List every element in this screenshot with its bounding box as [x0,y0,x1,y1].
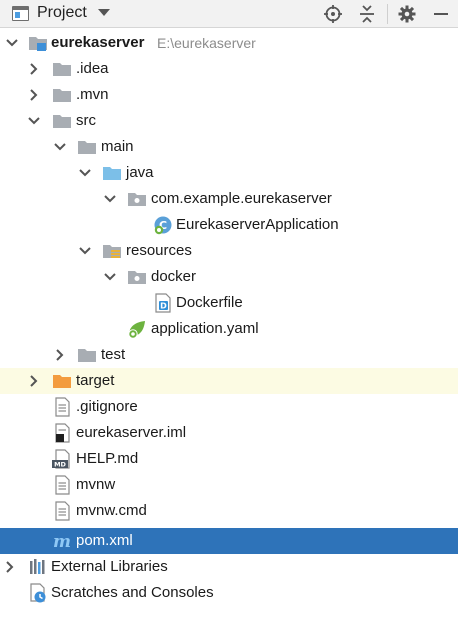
chevron-right-icon[interactable] [50,345,70,365]
source-folder-icon [103,167,121,180]
chevron-down-icon[interactable] [50,137,70,157]
tree-row-dockerfile[interactable]: D Dockerfile [0,290,458,316]
tree-row-mvnw-cmd[interactable]: mvnw.cmd [0,498,458,524]
maven-pom-icon: m [53,532,71,552]
markdown-file-icon: MD [52,449,70,469]
svg-text:MD: MD [54,461,66,469]
pom-label: pom.xml [76,532,133,549]
scratches-icon [30,583,46,603]
chevron-right-icon[interactable] [24,59,44,79]
main-label: main [101,138,134,155]
dockerfile-icon: D [155,293,171,313]
tree-row-mvnw[interactable]: mvnw [0,472,458,498]
app-yaml-label: application.yaml [151,320,259,337]
chevron-down-icon[interactable] [100,267,120,287]
tree-row-docker[interactable]: docker [0,264,458,290]
tree-row-app-yaml[interactable]: application.yaml [0,316,458,342]
root-path: E:\eurekaserver [157,35,256,51]
excluded-folder-icon [53,375,71,388]
app-class-label: EurekaserverApplication [176,216,339,233]
settings-gear-icon[interactable] [396,3,418,25]
tree-row-test[interactable]: test [0,342,458,368]
chevron-right-icon[interactable] [24,371,44,391]
mvn-label: .mvn [76,86,109,103]
iml-label: eurekaserver.iml [76,424,187,441]
chevron-down-icon[interactable] [24,111,44,131]
package-label: com.example.eurekaserver [151,190,332,207]
svg-text:D: D [160,302,167,311]
tree-row-pom[interactable]: m pom.xml [0,528,458,554]
package-folder-icon [128,193,146,206]
src-label: src [76,112,96,129]
chevron-down-icon[interactable] [2,33,22,53]
tree-row-mvn[interactable]: .mvn [0,82,458,108]
module-folder-icon [29,37,47,51]
chevron-down-icon[interactable] [100,189,120,209]
hide-minus-icon[interactable] [430,3,452,25]
spring-boot-class-icon: C [154,216,172,235]
text-file-icon [55,475,70,495]
chevron-down-icon[interactable] [75,241,95,261]
dockerfile-label: Dockerfile [176,294,243,311]
spring-config-icon [128,321,145,339]
package-folder-icon [128,271,146,284]
resources-folder-icon [103,245,121,258]
tree-row-root[interactable]: eurekaserver E:\eurekaserver [0,30,458,56]
tree-row-external-libraries[interactable]: External Libraries [0,554,458,580]
view-dropdown-icon[interactable] [98,9,110,16]
chevron-right-icon[interactable] [0,557,20,577]
locate-target-icon[interactable] [322,3,344,25]
mvnw-cmd-label: mvnw.cmd [76,502,147,519]
tree-row-scratches[interactable]: Scratches and Consoles [0,580,458,606]
tree-row-target[interactable]: target [0,368,458,394]
chevron-down-icon[interactable] [75,163,95,183]
folder-icon [53,63,71,76]
project-toolbar: Project [0,0,458,28]
tree-row-idea[interactable]: .idea [0,56,458,82]
test-label: test [101,346,126,363]
svg-text:m: m [53,532,71,552]
folder-icon [53,115,71,128]
tree-row-gitignore[interactable]: .gitignore [0,394,458,420]
tree-row-iml[interactable]: eurekaserver.iml [0,420,458,446]
folder-icon [78,141,96,154]
module-file-icon [55,423,70,443]
target-label: target [76,372,115,389]
chevron-right-icon[interactable] [24,85,44,105]
tree-row-src[interactable]: src [0,108,458,134]
idea-label: .idea [76,60,109,77]
toolbar-separator [387,4,388,24]
folder-icon [53,89,71,102]
resources-label: resources [126,242,192,259]
gitignore-label: .gitignore [76,398,138,415]
toolbar-title[interactable]: Project [37,4,87,22]
tree-row-app-class[interactable]: C EurekaserverApplication [0,212,458,238]
help-label: HELP.md [76,450,139,467]
docker-label: docker [151,268,197,285]
tree-row-java[interactable]: java [0,160,458,186]
collapse-all-icon[interactable] [356,3,378,25]
tree-row-resources[interactable]: resources [0,238,458,264]
tree-row-main[interactable]: main [0,134,458,160]
external-libraries-label: External Libraries [51,558,168,575]
root-label: eurekaserver [51,34,145,51]
folder-icon [78,349,96,362]
tree-row-help[interactable]: MD HELP.md [0,446,458,472]
java-label: java [126,164,154,181]
text-file-icon [55,397,70,417]
tree-row-package[interactable]: com.example.eurekaserver [0,186,458,212]
scratches-label: Scratches and Consoles [51,584,214,601]
project-pane-icon [12,6,29,21]
mvnw-label: mvnw [76,476,116,493]
text-file-icon [55,501,70,521]
libraries-icon [30,559,45,574]
